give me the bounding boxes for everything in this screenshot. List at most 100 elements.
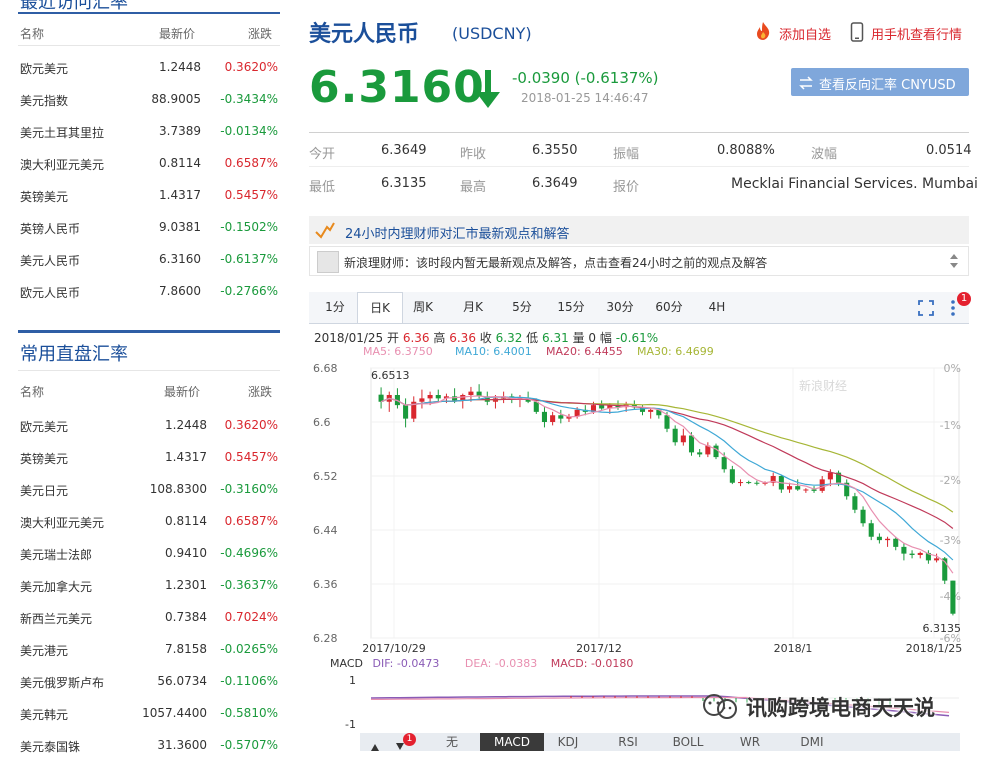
rate-name: 新西兰元美元	[20, 612, 93, 626]
advice-message[interactable]: 新浪理财师：该时段内暂无最新观点及解答，点击查看24小时之前的观点及解答	[309, 246, 969, 276]
rate-row[interactable]: 美元港元 7.8158 -0.0265%	[20, 642, 278, 674]
rate-name: 英镑美元	[20, 452, 69, 466]
macd-dif: DIF: -0.0473	[372, 657, 440, 670]
fullscreen-icon[interactable]	[917, 299, 935, 321]
recent-header-change: 涨跌	[248, 27, 273, 41]
rate-price: 1.2301	[165, 578, 207, 592]
candle-body	[827, 472, 833, 480]
chart-tab[interactable]: 1分	[313, 292, 357, 322]
indicator-tab[interactable]: RSI	[606, 733, 650, 751]
rate-price: 0.8114	[165, 514, 207, 528]
rate-row[interactable]: 英镑美元 1.4317 0.5457%	[20, 188, 278, 220]
rate-change: -0.4696%	[220, 546, 278, 560]
rate-price: 56.0734	[157, 674, 207, 688]
indicator-tab[interactable]: MACD	[480, 733, 544, 751]
rate-row[interactable]: 新西兰元美元 0.7384 0.7024%	[20, 610, 278, 642]
rate-price: 88.9005	[151, 92, 201, 106]
pct-tick-label: -1%	[940, 419, 961, 432]
chart-tab[interactable]: 60分	[647, 292, 691, 322]
candle-body	[550, 415, 556, 422]
indicator-tab[interactable]: KDJ	[546, 733, 590, 751]
rate-change: 0.3620%	[224, 60, 278, 74]
info-high: 6.36	[449, 331, 476, 345]
stat-amp-label: 振幅	[613, 147, 640, 162]
chart-tab[interactable]: 周K	[401, 292, 445, 322]
candle-body	[803, 489, 809, 491]
indicator-tab[interactable]: WR	[728, 733, 772, 751]
candle-body	[729, 469, 735, 483]
candle-body	[435, 395, 441, 399]
indicator-badge: 1	[403, 733, 416, 746]
rate-row[interactable]: 欧元美元 1.2448 0.3620%	[20, 418, 278, 450]
candle-body	[403, 405, 409, 419]
candle-body	[868, 523, 874, 537]
x-tick-label: 2017/10/29	[362, 642, 425, 655]
rate-change: -0.3160%	[220, 482, 278, 496]
rate-row[interactable]: 美元俄罗斯卢布 56.0734 -0.1106%	[20, 674, 278, 706]
rate-price: 7.8600	[159, 284, 201, 298]
triangle-up-icon[interactable]	[370, 737, 380, 756]
candle-body	[713, 445, 719, 458]
reverse-rate-button[interactable]: 查看反向汇率 CNYUSD	[791, 68, 969, 96]
x-tick-label: 2017/12	[576, 642, 622, 655]
scroll-arrows-icon[interactable]	[949, 251, 959, 275]
rate-row[interactable]: 欧元人民币 7.8600 -0.2766%	[20, 284, 278, 316]
phone-icon	[850, 22, 864, 46]
chart-tab[interactable]: 月K	[451, 292, 495, 322]
candlestick-chart[interactable]: 6.686.66.526.446.366.280%-1%-2%-3%-4%-6%…	[309, 360, 969, 660]
candle-body	[541, 411, 547, 422]
rate-row[interactable]: 美元加拿大元 1.2301 -0.3637%	[20, 578, 278, 610]
indicator-tab[interactable]: 无	[430, 733, 474, 751]
candle-body	[672, 428, 678, 443]
chart-tab[interactable]: 15分	[549, 292, 593, 322]
rate-row[interactable]: 英镑人民币 9.0381 -0.1502%	[20, 220, 278, 252]
direct-rates-title: 常用直盘汇率	[20, 344, 128, 365]
macd-dea: DEA: -0.0383	[464, 657, 538, 670]
rate-change: -0.5810%	[220, 706, 278, 720]
pct-tick-label: 0%	[944, 362, 961, 375]
indicator-tab[interactable]: BOLL	[666, 733, 710, 751]
candle-body	[852, 496, 858, 510]
info-low: 6.31	[542, 331, 569, 345]
chart-tab[interactable]: 4H	[695, 292, 739, 322]
candle-body	[688, 435, 695, 453]
info-open-label: 开	[387, 331, 400, 345]
rate-name: 美元瑞士法郎	[20, 548, 93, 562]
chart-tab[interactable]: 日K	[357, 292, 403, 323]
more-icon[interactable]	[950, 298, 956, 322]
stat-low-label: 最低	[309, 180, 336, 195]
advice-banner[interactable]: 24小时内理财师对汇市最新观点和解答	[309, 216, 969, 244]
rate-row[interactable]: 英镑美元 1.4317 0.5457%	[20, 450, 278, 482]
rate-price: 3.7389	[159, 124, 201, 138]
rate-row[interactable]: 美元指数 88.9005 -0.3434%	[20, 92, 278, 124]
candle-body	[427, 395, 433, 399]
rate-row[interactable]: 美元瑞士法郎 0.9410 -0.4696%	[20, 546, 278, 578]
y-tick-label: 6.52	[313, 470, 338, 483]
rate-name: 美元指数	[20, 94, 69, 108]
rate-change: 0.5457%	[224, 450, 278, 464]
rate-row[interactable]: 欧元美元 1.2448 0.3620%	[20, 60, 278, 92]
indicator-tab[interactable]: DMI	[790, 733, 834, 751]
rate-row[interactable]: 美元土耳其里拉 3.7389 -0.0134%	[20, 124, 278, 156]
rate-row[interactable]: 美元韩元 1057.4400 -0.5810%	[20, 706, 278, 738]
rate-change: -0.6137%	[220, 252, 278, 266]
rate-row[interactable]: 美元泰国铢 31.3600 -0.5707%	[20, 738, 278, 770]
divider	[18, 370, 280, 371]
rate-row[interactable]: 美元日元 108.8300 -0.3160%	[20, 482, 278, 514]
stat-amp-value: 0.8088%	[717, 143, 775, 158]
macd-y-tick: -1	[345, 718, 356, 731]
info-amp: -0.61%	[615, 331, 659, 345]
current-price: 6.3160	[309, 62, 485, 113]
candle-body	[917, 552, 923, 555]
rate-row[interactable]: 美元人民币 6.3160 -0.6137%	[20, 252, 278, 284]
rate-change: -0.1106%	[220, 674, 278, 688]
rate-change: -0.3434%	[220, 92, 278, 106]
indicator-tab-bar: 1 无 MACD KDJ RSI BOLL WR DMI	[360, 733, 960, 751]
chart-tab[interactable]: 5分	[500, 292, 544, 322]
rate-row[interactable]: 澳大利亚元美元 0.8114 0.6587%	[20, 156, 278, 188]
rate-row[interactable]: 澳大利亚元美元 0.8114 0.6587%	[20, 514, 278, 546]
candle-body	[664, 415, 670, 429]
rate-name: 欧元美元	[20, 62, 69, 76]
chart-tab[interactable]: 30分	[598, 292, 642, 322]
pct-tick-label: -2%	[940, 474, 961, 487]
